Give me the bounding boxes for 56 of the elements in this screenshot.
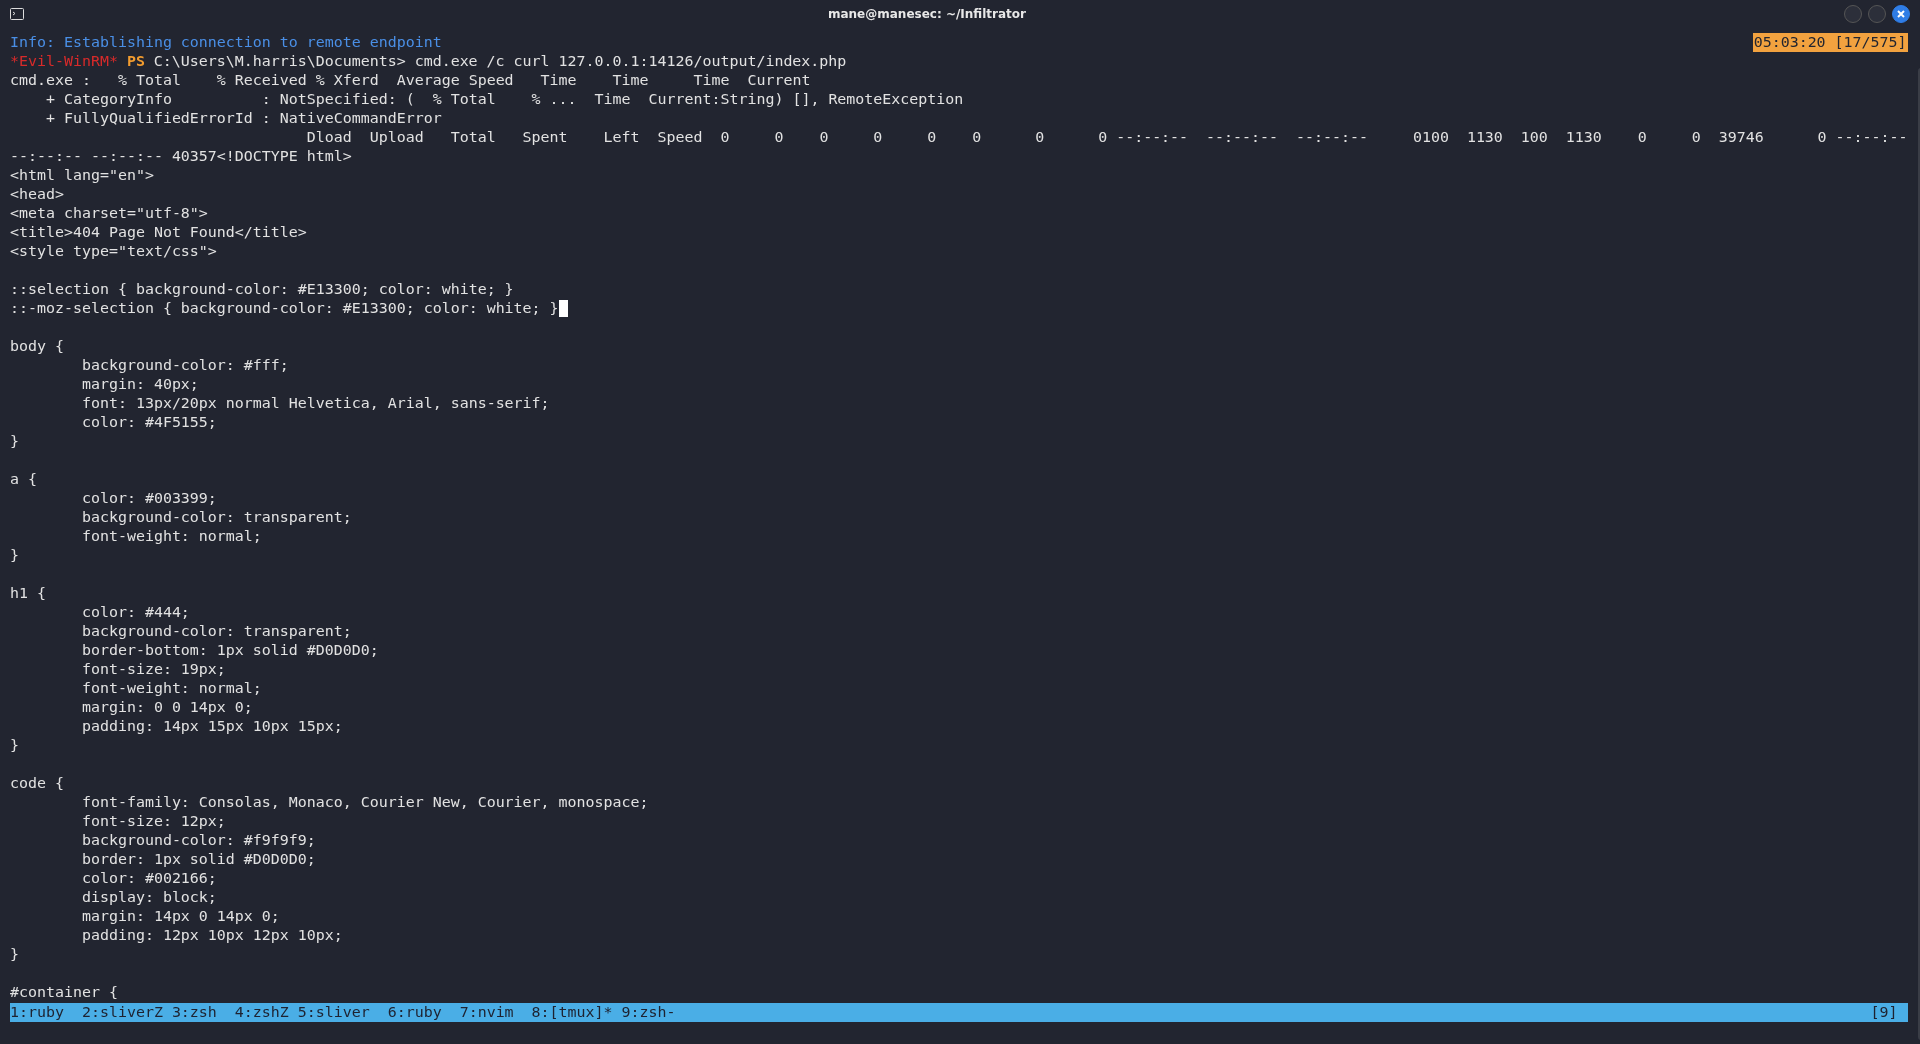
terminal-line: color: #002166; bbox=[80, 869, 217, 887]
window-title: mane@manesec: ~/Infiltrator bbox=[826, 7, 1027, 21]
minimize-button[interactable] bbox=[1844, 5, 1862, 23]
terminal-line: color: #4F5155; bbox=[80, 413, 217, 431]
terminal-line: background-color: #f9f9f9; bbox=[80, 831, 316, 849]
session-label: [9] bbox=[1870, 1003, 1898, 1022]
terminal-line: code { bbox=[10, 774, 64, 792]
terminal-line: margin: 14px 0 14px 0; bbox=[80, 907, 280, 925]
terminal-line: margin: 0 0 14px 0; bbox=[80, 698, 253, 716]
terminal-line: font-family: Consolas, Monaco, Courier New, Courier, monospace; bbox=[80, 793, 649, 811]
clock-badge: 05:03:20 [17/575] bbox=[1752, 33, 1908, 52]
terminal-line: font-size: 12px; bbox=[80, 812, 226, 830]
terminal-line: padding: 14px 15px 10px 15px; bbox=[80, 717, 343, 735]
terminal-line: display: block; bbox=[80, 888, 217, 906]
terminal-line: color: #003399; bbox=[80, 489, 217, 507]
terminal-line: font-weight: normal; bbox=[80, 527, 262, 545]
command-line: C:\Users\M.harris\Documents> cmd.exe /c curl 127.0.0.1:14126/output/index.php bbox=[153, 52, 847, 70]
terminal-line: a { bbox=[10, 470, 37, 488]
prompt-label: PS bbox=[126, 52, 145, 70]
terminal-line: border-bottom: 1px solid #D0D0D0; bbox=[80, 641, 379, 659]
terminal-line: <title>404 Page Not Found</title> bbox=[10, 223, 307, 241]
terminal-line: font: 13px/20px normal Helvetica, Arial, sans-serif; bbox=[80, 394, 550, 412]
terminal-line: <html lang="en"> bbox=[10, 166, 154, 184]
terminal-line: ::-moz-selection { background-color: #E13300; color: white; } bbox=[10, 299, 559, 317]
terminal-line: h1 { bbox=[10, 584, 46, 602]
terminal-line: Dload Upload Total Spent Left Speed 0 0 0 0 0 0 0 0 --:--:-- --:--:-- --:--:-- 0100 1130 100 1130 0 0 39746 0 --:--:-- bbox=[305, 128, 1908, 146]
close-button[interactable] bbox=[1892, 5, 1910, 23]
terminal-line: padding: 12px 10px 12px 10px; bbox=[80, 926, 343, 944]
terminal-line: <meta charset="utf-8"> bbox=[10, 204, 208, 222]
terminal-line: <head> bbox=[10, 185, 64, 203]
terminal-line: background-color: transparent; bbox=[80, 508, 352, 526]
shell-name: *Evil-WinRM* bbox=[10, 52, 118, 70]
window-list: 1:ruby 2:sliverZ 3:zsh 4:zshZ 5:sliver 6:ruby 7:nvim 8:[tmux]* 9:zsh- bbox=[10, 1003, 676, 1022]
terminal-line: color: #444; bbox=[80, 603, 190, 621]
maximize-button[interactable] bbox=[1868, 5, 1886, 23]
terminal-line: background-color: transparent; bbox=[80, 622, 352, 640]
terminal-line: } bbox=[10, 432, 19, 450]
terminal-line: #container { bbox=[10, 983, 118, 1001]
terminal-line: cmd.exe : % Total % Received % Xferd Average Speed Time Time Time Current bbox=[10, 71, 811, 89]
terminal-line: ::selection { background-color: #E13300; color: white; } bbox=[10, 280, 514, 298]
terminal-line: font-size: 19px; bbox=[80, 660, 226, 678]
terminal-icon bbox=[10, 8, 24, 20]
terminal-line: border: 1px solid #D0D0D0; bbox=[80, 850, 316, 868]
close-icon bbox=[1896, 9, 1906, 19]
terminal-line: } bbox=[10, 546, 19, 564]
terminal-line: + CategoryInfo : NotSpecified: ( % Total % ... Time Current:String) [], RemoteException bbox=[44, 90, 964, 108]
terminal-line: margin: 40px; bbox=[80, 375, 199, 393]
terminal-line: <style type="text/css"> bbox=[10, 242, 217, 260]
terminal-line: } bbox=[10, 945, 19, 963]
terminal-line: body { bbox=[10, 337, 64, 355]
terminal-line: Info: Establishing connection to remote endpoint bbox=[10, 33, 442, 51]
terminal-line: + FullyQualifiedErrorId : NativeCommandError bbox=[44, 109, 442, 127]
terminal-line: font-weight: normal; bbox=[80, 679, 262, 697]
terminal-line: } bbox=[10, 736, 19, 754]
terminal-line: --:--:-- --:--:-- 40357<!DOCTYPE html> bbox=[10, 147, 352, 165]
terminal-line: background-color: #fff; bbox=[80, 356, 289, 374]
